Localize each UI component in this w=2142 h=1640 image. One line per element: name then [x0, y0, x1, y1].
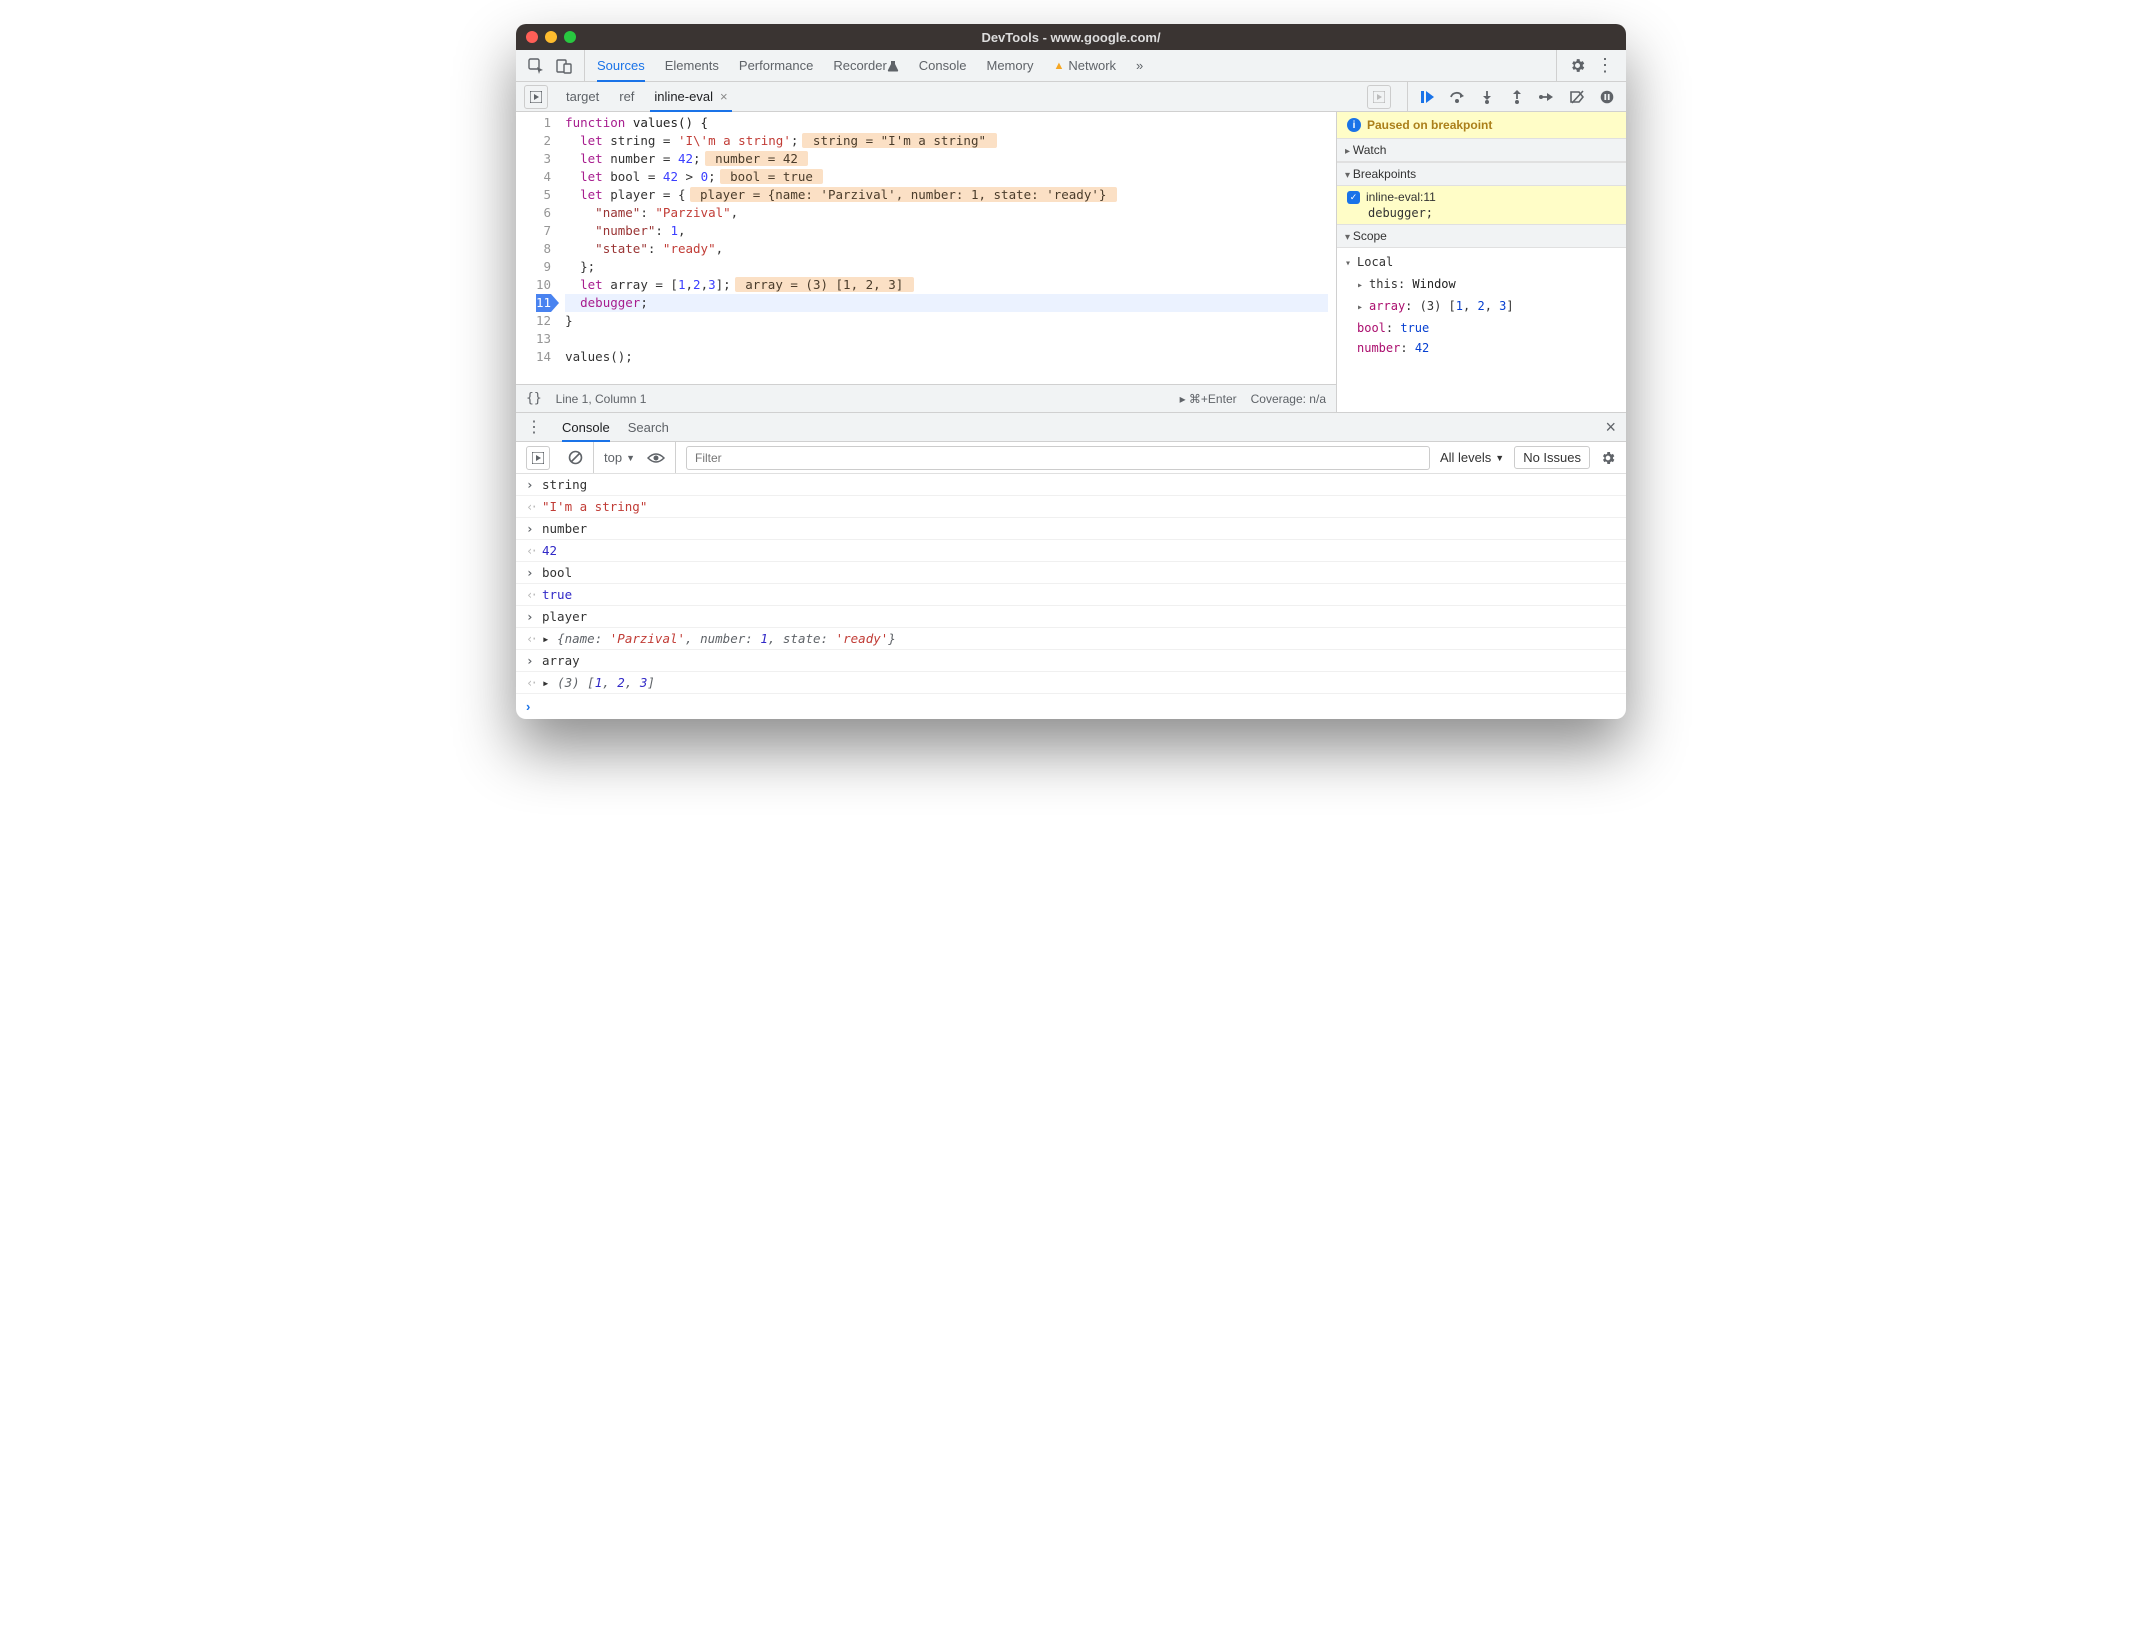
scope-variable[interactable]: array: (3) [1, 2, 3] [1357, 296, 1618, 318]
panel-tab-elements[interactable]: Elements [665, 50, 719, 81]
main-area: 1234567891011121314 function values() { … [516, 112, 1626, 412]
console-row[interactable]: player [516, 606, 1626, 628]
breakpoint-preview: debugger; [1368, 206, 1618, 220]
step-into-button[interactable] [1478, 88, 1496, 106]
scope-local-header[interactable]: Local [1345, 252, 1618, 274]
panel-tab-sources[interactable]: Sources [597, 50, 645, 81]
step-out-button[interactable] [1508, 88, 1526, 106]
live-expression-icon[interactable] [647, 452, 665, 464]
debugger-controls [1407, 82, 1626, 111]
close-tab-icon[interactable]: × [720, 89, 728, 104]
watch-section-header[interactable]: Watch [1337, 138, 1626, 162]
panel-tabs: Sources Elements Performance Recorder Conso… [585, 50, 1556, 81]
flask-icon [887, 60, 899, 72]
settings-icon[interactable] [1569, 57, 1586, 74]
device-toolbar-icon[interactable] [556, 58, 572, 74]
issues-button[interactable]: No Issues [1514, 446, 1590, 469]
console-row[interactable]: true [516, 584, 1626, 606]
run-snippet-label[interactable]: ▸ ⌘+Enter [1180, 392, 1237, 406]
panel-tab-memory[interactable]: Memory [987, 50, 1034, 81]
paused-text: Paused on breakpoint [1367, 118, 1492, 132]
paused-banner: i Paused on breakpoint [1337, 112, 1626, 138]
titlebar: DevTools - www.google.com/ [516, 24, 1626, 50]
scope-variable[interactable]: this: Window [1357, 274, 1618, 296]
panel-tab-performance[interactable]: Performance [739, 50, 813, 81]
main-toolbar: Sources Elements Performance Recorder Conso… [516, 50, 1626, 82]
file-tab-inline-eval[interactable]: inline-eval× [644, 82, 737, 111]
sources-subtoolbar: targetrefinline-eval× [516, 82, 1626, 112]
console-row[interactable]: ▸ (3) [1, 2, 3] [516, 672, 1626, 694]
context-dropdown-icon[interactable]: ▼ [626, 453, 635, 463]
close-drawer-icon[interactable]: × [1605, 417, 1616, 438]
resume-button[interactable] [1418, 88, 1436, 106]
console-row[interactable]: "I'm a string" [516, 496, 1626, 518]
code-editor[interactable]: 1234567891011121314 function values() { … [516, 112, 1336, 384]
console-output: string"I'm a string"number42booltrueplay… [516, 474, 1626, 694]
console-row[interactable]: array [516, 650, 1626, 672]
debugger-sidebar: i Paused on breakpoint Watch Breakpoints… [1336, 112, 1626, 412]
console-prompt[interactable] [516, 694, 1626, 719]
drawer-tab-console[interactable]: Console [562, 413, 610, 441]
cursor-position: Line 1, Column 1 [556, 392, 647, 406]
panel-tab-recorder[interactable]: Recorder [833, 50, 898, 81]
breakpoint-checkbox[interactable]: ✓ [1347, 191, 1360, 204]
console-settings-icon[interactable] [1600, 450, 1616, 466]
drawer-tab-search[interactable]: Search [628, 413, 669, 441]
panel-tab-console[interactable]: Console [919, 50, 967, 81]
scope-variable[interactable]: number: 42 [1357, 338, 1618, 358]
window-title: DevTools - www.google.com/ [516, 30, 1626, 45]
scope-contents: Local this: Windowarray: (3) [1, 2, 3]bo… [1337, 248, 1626, 362]
inspect-element-icon[interactable] [528, 58, 544, 74]
file-tab-ref[interactable]: ref [609, 82, 644, 111]
step-over-button[interactable] [1448, 88, 1466, 106]
inline-eval-value: number = 42 [705, 151, 809, 166]
info-icon: i [1347, 118, 1361, 132]
scope-variable[interactable]: bool: true [1357, 318, 1618, 338]
clear-console-icon[interactable] [568, 450, 583, 465]
inline-eval-value: bool = true [720, 169, 824, 184]
panel-overflow-icon[interactable]: » [1136, 50, 1143, 81]
pretty-print-icon[interactable]: {} [526, 391, 542, 406]
more-tabs-icon[interactable] [1367, 85, 1391, 109]
console-row[interactable]: bool [516, 562, 1626, 584]
inline-eval-value: array = (3) [1, 2, 3] [735, 277, 914, 292]
console-row[interactable]: string [516, 474, 1626, 496]
breakpoints-section-header[interactable]: Breakpoints [1337, 162, 1626, 186]
file-tab-target[interactable]: target [556, 82, 609, 111]
context-selector[interactable]: top [604, 450, 622, 465]
pause-on-exceptions-button[interactable] [1598, 88, 1616, 106]
breakpoint-label: inline-eval:11 [1366, 190, 1436, 204]
editor-status-bar: {} Line 1, Column 1 ▸ ⌘+Enter Coverage: … [516, 384, 1336, 412]
show-navigator-icon[interactable] [524, 85, 548, 109]
breakpoint-item[interactable]: ✓ inline-eval:11 debugger; [1337, 186, 1626, 224]
more-menu-icon[interactable]: ⋮ [1596, 55, 1614, 76]
devtools-window: DevTools - www.google.com/ Sources Elemen… [516, 24, 1626, 719]
coverage-label: Coverage: n/a [1251, 392, 1326, 406]
drawer-tabs: ⋮ Console Search × [516, 412, 1626, 442]
code-area: 1234567891011121314 function values() { … [516, 112, 1336, 412]
step-button[interactable] [1538, 88, 1556, 106]
inline-eval-value: player = {name: 'Parzival', number: 1, s… [690, 187, 1117, 202]
console-sidebar-toggle-icon[interactable] [526, 446, 550, 470]
console-filter-input[interactable] [686, 446, 1430, 470]
console-row[interactable]: number [516, 518, 1626, 540]
console-row[interactable]: 42 [516, 540, 1626, 562]
drawer-menu-icon[interactable]: ⋮ [526, 417, 544, 437]
file-tabs: targetrefinline-eval× [516, 82, 1407, 111]
deactivate-breakpoints-button[interactable] [1568, 88, 1586, 106]
panel-tab-network[interactable]: Network [1053, 50, 1116, 81]
inline-eval-value: string = "I'm a string" [802, 133, 996, 148]
scope-section-header[interactable]: Scope [1337, 224, 1626, 248]
console-row[interactable]: ▸ {name: 'Parzival', number: 1, state: '… [516, 628, 1626, 650]
log-levels-selector[interactable]: All levels▼ [1440, 450, 1504, 465]
console-toolbar: top ▼ All levels▼ No Issues [516, 442, 1626, 474]
